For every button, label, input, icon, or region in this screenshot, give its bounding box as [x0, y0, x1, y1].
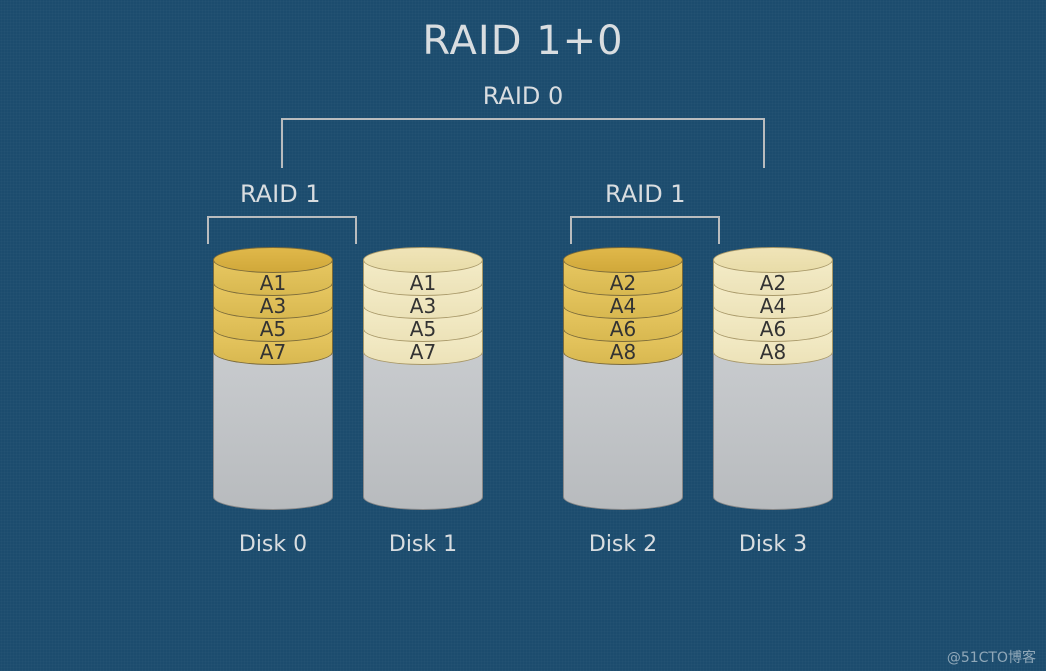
- raid1-bracket-right: [570, 216, 720, 244]
- disk-label: Disk 3: [739, 532, 807, 557]
- raid1-label-right: RAID 1: [605, 180, 686, 208]
- disk-top-cap: [363, 247, 483, 273]
- raid0-bracket: [281, 118, 765, 168]
- disk-body: [713, 352, 833, 510]
- disk-3: A2 A4 A6 A8 Disk 3: [713, 247, 833, 557]
- mirror-pair-left: A1 A3 A5 A7 Disk 0 A1 A3 A5 A7 Disk 1: [213, 247, 483, 557]
- disk-body: [563, 352, 683, 510]
- raid0-label: RAID 0: [0, 82, 1046, 110]
- disk-top-cap: [713, 247, 833, 273]
- raid1-label-left: RAID 1: [240, 180, 321, 208]
- disk-row: A1 A3 A5 A7 Disk 0 A1 A3 A5 A7 Disk 1: [0, 247, 1046, 557]
- disk-body: [213, 352, 333, 510]
- disk-label: Disk 2: [589, 532, 657, 557]
- disk-body: [363, 352, 483, 510]
- diagram-title: RAID 1+0: [0, 18, 1046, 64]
- disk-1: A1 A3 A5 A7 Disk 1: [363, 247, 483, 557]
- disk-top-cap: [563, 247, 683, 273]
- disk-top-cap: [213, 247, 333, 273]
- disk-0: A1 A3 A5 A7 Disk 0: [213, 247, 333, 557]
- disk-2: A2 A4 A6 A8 Disk 2: [563, 247, 683, 557]
- raid1-bracket-left: [207, 216, 357, 244]
- mirror-pair-right: A2 A4 A6 A8 Disk 2 A2 A4 A6 A8 Disk 3: [563, 247, 833, 557]
- disk-label: Disk 0: [239, 532, 307, 557]
- disk-label: Disk 1: [389, 532, 457, 557]
- watermark: @51CTO博客: [947, 647, 1036, 667]
